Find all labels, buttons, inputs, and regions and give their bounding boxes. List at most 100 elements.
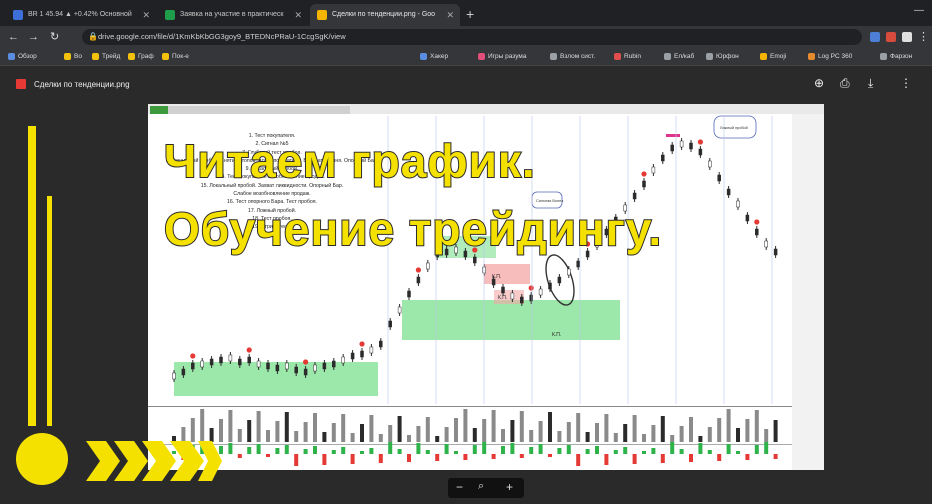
candle-body [266, 362, 270, 370]
candle-body [294, 366, 298, 374]
candle-body [557, 276, 562, 284]
delta-bar [604, 454, 609, 465]
back-icon[interactable]: ← [8, 29, 19, 45]
delta-bar [491, 454, 496, 459]
close-icon[interactable]: ✕ [446, 4, 454, 26]
open-with-icon[interactable]: ⊕ [814, 76, 824, 90]
extension-icon[interactable] [886, 32, 896, 42]
candle-body [698, 148, 703, 156]
bookmark-item[interactable]: Ел/каб [664, 48, 694, 65]
volume-bar [566, 422, 571, 442]
tab-application[interactable]: Заявка на участие в практическ ✕ [158, 4, 308, 26]
delta-bar [576, 454, 581, 466]
candle-body [350, 352, 355, 360]
candle-body [360, 350, 364, 358]
menu-icon[interactable]: ⋮ [918, 29, 929, 45]
volume-bar [341, 414, 346, 442]
extension-icon[interactable] [902, 32, 912, 42]
delta-bar [754, 445, 759, 454]
bookmark-item[interactable]: Emoji [760, 48, 786, 65]
bookmark-item[interactable]: Фарзон [880, 48, 912, 65]
close-icon[interactable]: ✕ [294, 4, 302, 26]
bookmark-item[interactable]: Юрфон [706, 48, 739, 65]
candle-body [238, 358, 242, 366]
volume-bars [172, 409, 778, 442]
candle-body [708, 160, 712, 168]
window-minimize-icon[interactable]: — [914, 5, 924, 16]
address-bar[interactable]: 🔒 drive.google.com/file/d/1KmKbKbGG3goy9… [82, 29, 862, 45]
zoom-in-button[interactable]: + [506, 480, 513, 494]
volume-bar [228, 410, 233, 442]
extension-icon[interactable] [870, 32, 880, 42]
delta-bar [237, 454, 242, 458]
delta-bar [548, 454, 552, 457]
bookmark-item[interactable]: Трейд [92, 48, 120, 65]
candle-body [755, 228, 759, 236]
candle-body [689, 142, 693, 150]
bookmark-item[interactable]: Rubin [614, 48, 641, 65]
candle-body [313, 364, 317, 372]
new-tab-button[interactable]: + [466, 4, 474, 24]
forward-icon[interactable]: → [28, 29, 39, 45]
candle-body [219, 356, 223, 364]
candle-body [322, 362, 327, 370]
volume-bar [717, 418, 722, 442]
delta-bar [557, 448, 562, 454]
volume-bar [275, 421, 280, 442]
candle-body [172, 372, 176, 380]
volume-bar [350, 433, 355, 442]
delta-bar [378, 454, 383, 463]
delta-bar [566, 445, 571, 454]
candle-body [501, 286, 505, 294]
volume-bar [303, 422, 308, 442]
candle-body [567, 268, 571, 276]
delta-bar [707, 450, 712, 454]
tab-market[interactable]: BR 1 45.94 ▲ +0.42% Основной ✕ [6, 4, 156, 26]
volume-bar [501, 429, 505, 442]
volume-bar [660, 416, 665, 442]
volume-bar [463, 409, 468, 442]
delta-bar [463, 454, 468, 460]
delta-bar [632, 454, 637, 464]
bookmark-item[interactable]: Log PC 360 [808, 48, 852, 65]
candle-body [773, 248, 778, 256]
delta-bar [388, 442, 393, 454]
zoom-icon[interactable]: ⌕ [478, 480, 484, 493]
volume-bar [576, 413, 581, 442]
candle-body [388, 320, 392, 328]
bookmark-item[interactable]: Обзор [8, 48, 37, 65]
delta-bar [369, 448, 374, 454]
bookmark-item[interactable]: Игры разума [478, 48, 526, 65]
print-icon[interactable]: ⎙ [840, 76, 850, 91]
candle-body [745, 214, 750, 222]
delta-bars [172, 442, 778, 466]
close-icon[interactable]: ✕ [142, 4, 150, 26]
candle-body [538, 288, 543, 296]
bookmark-item[interactable]: Хакер [420, 48, 448, 65]
zone-label: К.П. [552, 332, 561, 338]
volume-bar [707, 427, 712, 442]
delta-bar [613, 450, 618, 454]
tab-favicon-icon [13, 10, 23, 20]
reload-icon[interactable]: ↻ [50, 29, 59, 45]
candle-body [379, 340, 383, 348]
volume-bar [604, 414, 609, 442]
zoom-out-button[interactable]: − [456, 480, 463, 494]
volume-bar [482, 419, 487, 442]
candle-body [661, 154, 665, 162]
more-options-icon[interactable]: ⋮ [900, 76, 912, 90]
volume-bar [726, 409, 731, 442]
tab-label: BR 1 45.94 ▲ +0.42% Основной [28, 11, 132, 18]
delta-bar [256, 444, 261, 454]
delta-bar [444, 444, 449, 454]
bookmark-item[interactable]: Взлом сист. [550, 48, 595, 65]
bookmark-item[interactable]: Пок-е [162, 48, 189, 65]
volume-bar [510, 420, 515, 442]
candle-body [717, 174, 721, 182]
tab-image-active[interactable]: Сделки по тенденции.png - Goo ✕ [310, 4, 460, 26]
bookmark-item[interactable]: Граф [128, 48, 154, 65]
bookmark-item[interactable]: Во [64, 48, 82, 65]
candle-body [200, 360, 204, 368]
volume-bar [369, 415, 374, 442]
download-icon[interactable]: ⤓ [868, 76, 873, 91]
